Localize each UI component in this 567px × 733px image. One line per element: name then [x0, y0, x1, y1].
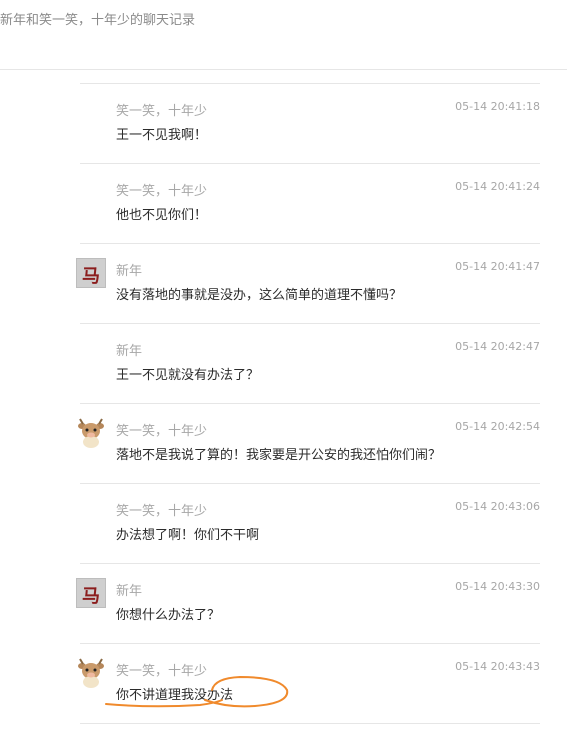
message-content: 王一不见就没有办法了？: [116, 368, 260, 383]
message-time: 05-14 20:43:06: [455, 500, 540, 513]
message-time: 05-14 20:41:24: [455, 180, 540, 193]
sender-name: 笑一笑，十年少: [116, 664, 208, 679]
message-content: 办法想了啊！你们不干啊: [116, 528, 260, 543]
message-content: 你不讲道理我没办法: [116, 688, 234, 703]
message-content: 你想什么办法了？: [116, 608, 221, 623]
divider: [80, 723, 540, 733]
message-time: 05-14 20:42:47: [455, 340, 540, 353]
message-time: 05-14 20:41:18: [455, 100, 540, 113]
message-time: 05-14 20:43:43: [455, 660, 540, 673]
page-title: 新年和笑一笑，十年少的聊天记录: [0, 13, 196, 28]
sender-name: 笑一笑，十年少: [116, 424, 208, 439]
message-content: 没有落地的事就是没办，这么简单的道理不懂吗？: [116, 288, 403, 303]
avatar[interactable]: [76, 418, 106, 448]
avatar[interactable]: 马: [76, 578, 106, 608]
chat-message: 笑一笑，十年少 05-14 20:41:18 王一不见我啊！: [80, 83, 540, 163]
chat-message: 笑一笑，十年少 05-14 20:41:24 他也不见你们！: [80, 163, 540, 243]
sender-name: 新年: [116, 584, 143, 599]
chat-message: 笑一笑，十年少 05-14 20:42:54 落地不是我说了算的！我家要是开公安…: [78, 403, 540, 483]
seal-glyph-icon: 马: [82, 586, 100, 607]
cow-icon: [78, 418, 104, 448]
seal-glyph-icon: 马: [82, 266, 100, 287]
sender-name: 新年: [116, 344, 143, 359]
chat-header: 新年和笑一笑，十年少的聊天记录: [0, 0, 567, 70]
message-content: 王一不见我啊！: [116, 128, 208, 143]
chat-message: 马 新年 05-14 20:43:30 你想什么办法了？: [76, 563, 540, 643]
sender-name: 新年: [116, 264, 143, 279]
chat-message: 马 新年 05-14 20:41:47 没有落地的事就是没办，这么简单的道理不懂…: [76, 243, 540, 323]
cow-icon: [78, 658, 104, 688]
sender-name: 笑一笑，十年少: [116, 184, 208, 199]
chat-message: 笑一笑，十年少 05-14 20:43:06 办法想了啊！你们不干啊: [80, 483, 540, 563]
message-time: 05-14 20:42:54: [455, 420, 540, 433]
message-time: 05-14 20:41:47: [455, 260, 540, 273]
chat-message: 新年 05-14 20:42:47 王一不见就没有办法了？: [80, 323, 540, 403]
chat-message: 笑一笑，十年少 05-14 20:43:43 你不讲道理我没办法: [78, 643, 540, 723]
message-content: 落地不是我说了算的！我家要是开公安的我还怕你们闹？: [116, 448, 442, 463]
sender-name: 笑一笑，十年少: [116, 104, 208, 119]
message-content: 他也不见你们！: [116, 208, 208, 223]
avatar[interactable]: [76, 658, 106, 688]
sender-name: 笑一笑，十年少: [116, 504, 208, 519]
avatar[interactable]: 马: [76, 258, 106, 288]
message-time: 05-14 20:43:30: [455, 580, 540, 593]
